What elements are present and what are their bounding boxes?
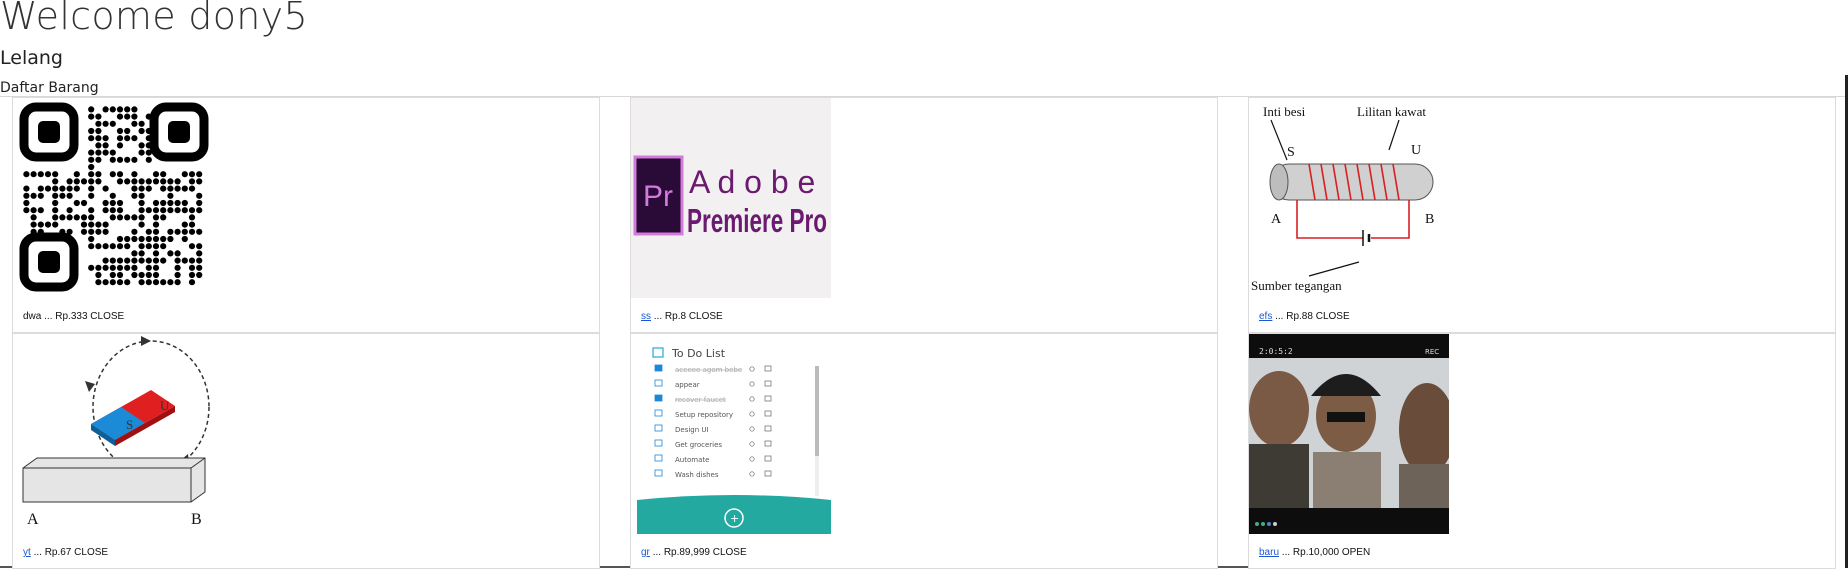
- svg-text:Lilitan kawat: Lilitan kawat: [1357, 104, 1426, 119]
- item-price: Rp.333: [55, 311, 88, 322]
- item-price: Rp.89,999: [663, 547, 710, 558]
- item-caption: baru ... Rp.10,000 OPEN: [1259, 547, 1371, 558]
- item-link[interactable]: efs: [1259, 311, 1272, 322]
- item-price: Rp.8: [664, 311, 687, 322]
- item-card: To Do List + aceeee agom bebe appear recov…: [630, 333, 1218, 569]
- svg-text:Pr: Pr: [643, 180, 673, 213]
- svg-text:S: S: [1287, 145, 1295, 160]
- item-price: Rp.67: [44, 547, 72, 558]
- item-card: Pr A d o b e Premiere Pro ss ... Rp.8 CL…: [630, 97, 1218, 333]
- item-link[interactable]: gr: [641, 547, 650, 558]
- svg-text:A d o b e: A d o b e: [689, 164, 815, 200]
- svg-text:REC: REC: [1425, 348, 1439, 356]
- svg-text:U: U: [1411, 143, 1421, 158]
- svg-text:2:0:5:2: 2:0:5:2: [1259, 347, 1293, 356]
- game-characters-screenshot: 2:0:5:2 REC: [1249, 334, 1455, 534]
- section-title: Lelang: [0, 47, 63, 69]
- svg-text:S: S: [126, 417, 133, 432]
- svg-text:Inti besi: Inti besi: [1263, 104, 1306, 119]
- qr-code-image: [19, 102, 209, 292]
- item-status: OPEN: [1341, 547, 1371, 558]
- item-status: CLOSE: [90, 311, 125, 322]
- todo-list-app-screenshot: To Do List + aceeee agom bebe appear recov…: [637, 340, 831, 534]
- svg-text:recover faucet: recover faucet: [675, 396, 726, 404]
- svg-text:To Do List: To Do List: [671, 347, 726, 360]
- magnet-rotation-diagram: S U A B: [13, 334, 213, 534]
- svg-text:+: +: [730, 512, 739, 525]
- item-status: CLOSE: [74, 547, 109, 558]
- item-status: CLOSE: [1315, 311, 1350, 322]
- list-title: Daftar Barang: [0, 80, 99, 96]
- electromagnet-diagram: Inti besi Lilitan kawat S U A B Sumber t…: [1249, 98, 1449, 298]
- svg-text:Premiere Pro: Premiere Pro: [687, 202, 827, 239]
- item-price: Rp.10,000: [1292, 547, 1340, 558]
- svg-text:aceeee agom bebe: aceeee agom bebe: [675, 366, 742, 374]
- svg-text:Design UI: Design UI: [675, 426, 709, 434]
- item-card: Inti besi Lilitan kawat S U A B Sumber t…: [1248, 97, 1836, 333]
- item-caption: dwa ... Rp.333 CLOSE: [23, 311, 125, 322]
- svg-text:Get groceries: Get groceries: [675, 441, 722, 449]
- adobe-premiere-pro-logo: Pr A d o b e Premiere Pro: [631, 98, 831, 298]
- svg-text:Setup repository: Setup repository: [675, 411, 733, 419]
- item-card: 2:0:5:2 REC baru ... Rp.10,000 OPEN: [1248, 333, 1836, 569]
- svg-text:B: B: [191, 511, 202, 528]
- item-card: S U A B yt ... Rp.67 CLOSE: [12, 333, 600, 569]
- item-status: CLOSE: [688, 311, 723, 322]
- svg-text:Automate: Automate: [675, 456, 709, 464]
- item-caption: ss ... Rp.8 CLOSE: [641, 311, 723, 322]
- svg-text:B: B: [1425, 212, 1434, 227]
- svg-text:Wash dishes: Wash dishes: [675, 471, 719, 479]
- svg-text:U: U: [160, 398, 170, 413]
- item-caption: gr ... Rp.89,999 CLOSE: [641, 547, 747, 558]
- item-link[interactable]: ss: [641, 311, 651, 322]
- item-card: dwa ... Rp.333 CLOSE: [12, 97, 600, 333]
- item-caption: efs ... Rp.88 CLOSE: [1259, 311, 1350, 322]
- svg-text:A: A: [1271, 212, 1282, 227]
- item-link[interactable]: yt: [23, 547, 31, 558]
- svg-text:appear: appear: [675, 381, 700, 389]
- item-name: dwa: [23, 311, 42, 322]
- svg-text:Sumber tegangan: Sumber tegangan: [1251, 278, 1342, 293]
- welcome-heading: Welcome dony5: [0, 0, 308, 38]
- item-price: Rp.88: [1286, 311, 1313, 322]
- item-caption: yt ... Rp.67 CLOSE: [23, 547, 109, 558]
- item-link[interactable]: baru: [1259, 547, 1279, 558]
- svg-text:A: A: [27, 511, 39, 528]
- item-status: CLOSE: [712, 547, 747, 558]
